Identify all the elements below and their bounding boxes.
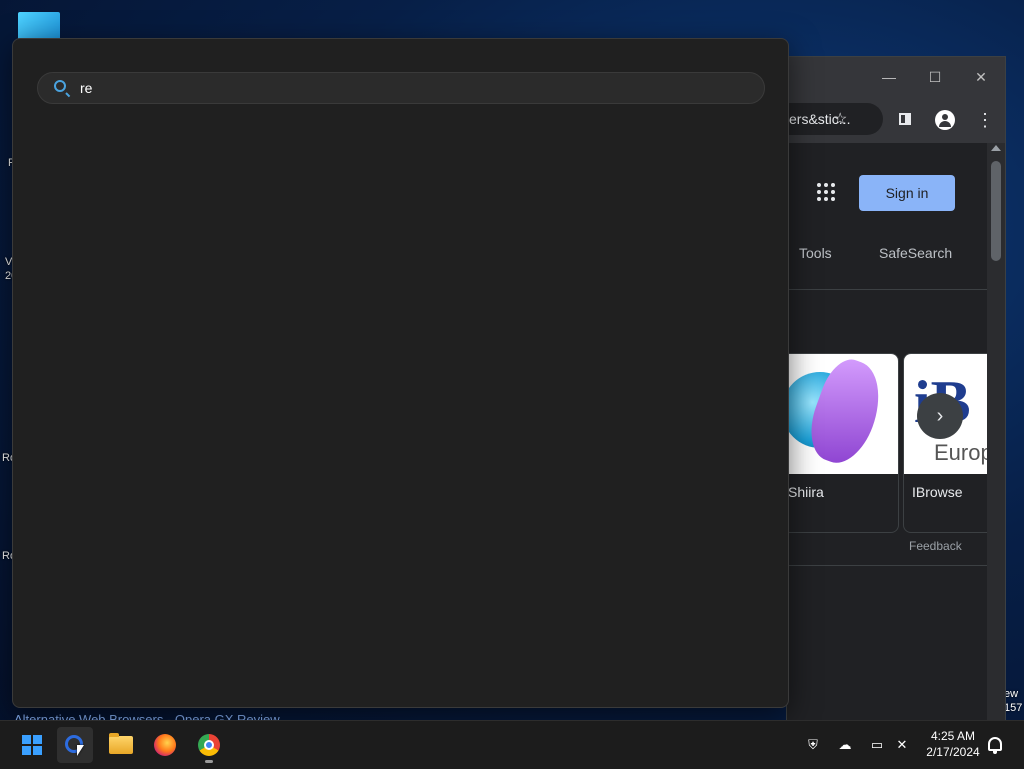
volume-muted-icon[interactable]: ✕ xyxy=(893,736,911,754)
search-icon xyxy=(54,80,66,92)
side-panel-icon[interactable] xyxy=(899,113,911,125)
safesearch-tab[interactable]: SafeSearch xyxy=(879,245,952,261)
search-launcher-taskbar-button[interactable] xyxy=(57,727,93,763)
chrome-button[interactable] xyxy=(191,727,227,763)
maximize-button[interactable]: ☐ xyxy=(923,67,947,87)
card-title: IBrowse xyxy=(912,484,963,500)
firefox-icon xyxy=(154,734,176,756)
running-indicator xyxy=(205,760,213,763)
address-bar[interactable]: ers&stic... ☆ xyxy=(787,103,883,135)
profile-icon[interactable] xyxy=(935,110,955,130)
more-menu-icon[interactable]: ⋮ xyxy=(973,108,997,132)
minimize-button[interactable]: — xyxy=(877,67,901,87)
clock-time: 4:25 AM xyxy=(930,729,976,743)
defender-shield-warning-icon[interactable]: ⛨ xyxy=(804,736,822,754)
windows-start-icon xyxy=(22,735,42,755)
feedback-link[interactable]: Feedback xyxy=(909,539,962,553)
page-scrollbar[interactable] xyxy=(987,143,1005,721)
shiira-logo-image xyxy=(787,354,898,474)
section-divider xyxy=(787,565,987,566)
file-explorer-button[interactable] xyxy=(103,727,139,763)
card-title: Shiira xyxy=(788,484,824,500)
search-launcher-panel xyxy=(12,38,789,708)
tools-tab[interactable]: Tools xyxy=(799,245,832,261)
search-input[interactable] xyxy=(80,77,740,99)
chrome-icon xyxy=(198,734,220,756)
google-apps-icon[interactable] xyxy=(817,183,835,201)
chrome-window: — ☐ ✕ ers&stic... ☆ ⋮ Sign in Tools Safe… xyxy=(786,56,1006,722)
firefox-button[interactable] xyxy=(147,727,183,763)
taskbar: ⛨ ☁ ▭ ✕ 4:25 AM 2/17/2024 xyxy=(0,720,1024,769)
desktop-icon-label-fragment: 157 xyxy=(1004,702,1023,714)
page-content: Sign in Tools SafeSearch Shiira IBrowse … xyxy=(787,143,1005,721)
onedrive-cloud-icon[interactable]: ☁ xyxy=(836,736,854,754)
desktop-icon-label-fragment: ew xyxy=(1004,688,1019,700)
start-button[interactable] xyxy=(14,727,50,763)
chrome-toolbar: ers&stic... ☆ ⋮ xyxy=(787,97,1005,143)
file-explorer-icon xyxy=(109,733,133,754)
system-clock[interactable]: 4:25 AM 2/17/2024 xyxy=(914,728,992,760)
sign-in-button[interactable]: Sign in xyxy=(859,175,955,211)
carousel-next-button[interactable]: › xyxy=(917,393,963,439)
clock-date: 2/17/2024 xyxy=(926,745,980,759)
bookmark-star-icon[interactable]: ☆ xyxy=(833,109,847,129)
browser-card-shiira[interactable]: Shiira xyxy=(787,353,899,533)
mouse-cursor-icon xyxy=(77,745,84,756)
scroll-up-arrow-icon[interactable] xyxy=(991,145,1001,151)
notification-bell-icon[interactable] xyxy=(988,737,1002,754)
chrome-titlebar: — ☐ ✕ xyxy=(787,57,1005,97)
network-icon[interactable]: ▭ xyxy=(868,736,886,754)
close-button[interactable]: ✕ xyxy=(969,67,993,87)
launcher-search-box[interactable] xyxy=(37,72,765,104)
header-divider xyxy=(787,289,987,290)
scrollbar-thumb[interactable] xyxy=(991,161,1001,261)
